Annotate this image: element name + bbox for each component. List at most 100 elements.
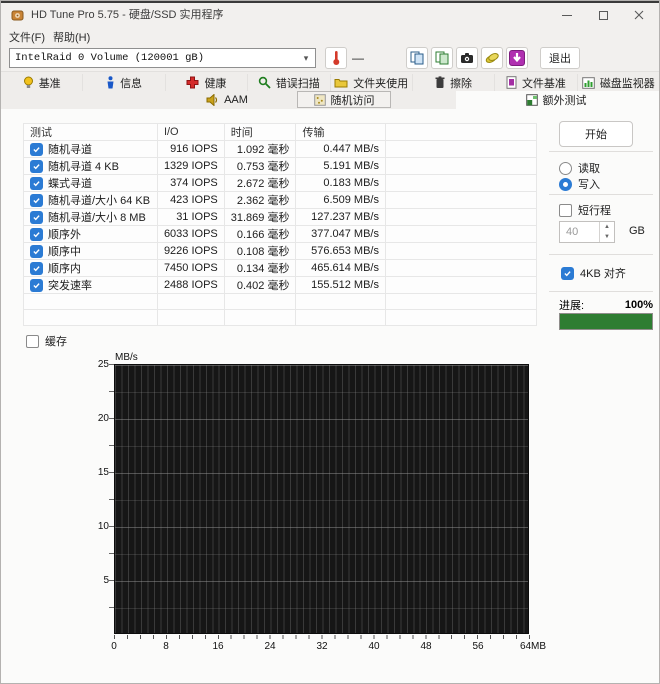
progress-bar (559, 313, 653, 330)
test-checkbox[interactable] (30, 142, 43, 156)
table-row: 随机寻道 4 KB 1329 IOPS 0.753 毫秒 5.191 MB/s (23, 157, 538, 175)
camera-icon (461, 53, 473, 63)
start-button[interactable]: 开始 (559, 121, 633, 147)
divider (549, 254, 653, 255)
random-access-icon (313, 93, 326, 106)
short-stroke-label: 短行程 (578, 205, 611, 217)
short-stroke-row[interactable]: 短行程 (559, 202, 611, 218)
update-button[interactable] (506, 47, 528, 69)
tab-label: 磁盘监视器 (599, 77, 655, 90)
io-value: 374 IOPS (156, 174, 225, 192)
exit-button[interactable]: 退出 (540, 47, 580, 69)
test-checkbox[interactable] (30, 244, 43, 258)
table-header-row: 测试 I/O 时间 传输 (23, 123, 538, 141)
test-checkbox[interactable] (30, 261, 43, 275)
magnifier-icon (258, 76, 271, 89)
table-row: 顺序中 9226 IOPS 0.108 毫秒 576.653 MB/s (23, 242, 538, 260)
align-row[interactable]: 4KB 对齐 (561, 265, 626, 281)
progress-label: 进展: (559, 300, 585, 312)
copy-image-icon (435, 51, 449, 65)
table-empty-row (23, 309, 538, 326)
header-test: 测试 (23, 123, 158, 141)
table-row: 随机寻道 916 IOPS 1.092 毫秒 0.447 MB/s (23, 140, 538, 158)
copy-text-icon (410, 51, 424, 65)
table-row: 顺序外 6033 IOPS 0.166 毫秒 377.047 MB/s (23, 225, 538, 243)
x-tick-label: 32 (316, 641, 328, 652)
menu-help[interactable]: 帮助(H) (53, 29, 90, 45)
temperature-button[interactable] (325, 47, 347, 69)
x-axis-ticks (114, 635, 530, 639)
read-radio-row[interactable]: 读取 (559, 160, 600, 176)
divider (549, 291, 653, 292)
tab-benchmark[interactable]: 基准 (1, 74, 84, 91)
save-icon (485, 53, 499, 63)
divider (549, 151, 653, 152)
tab-info[interactable]: 信息 (83, 74, 166, 91)
tab-extra-tests[interactable]: 额外测试 (506, 91, 606, 108)
drive-select-dropdown[interactable]: IntelRaid 0 Volume (120001 gB) ▾ (9, 48, 316, 68)
io-value: 9226 IOPS (156, 242, 225, 260)
transfer-value: 127.237 MB/s (295, 208, 386, 226)
save-button[interactable] (481, 47, 503, 69)
menu-file[interactable]: 文件(F) (9, 29, 45, 45)
capacity-value: 40 (566, 226, 579, 238)
close-button[interactable] (623, 3, 655, 27)
spinner-down-button[interactable]: ▼ (600, 232, 614, 242)
health-cross-icon (186, 76, 199, 89)
tab-aam[interactable]: AAM (191, 91, 263, 108)
tab-label: 信息 (120, 77, 143, 90)
copy-text-button[interactable] (406, 47, 428, 69)
test-checkbox[interactable] (30, 159, 43, 173)
screenshot-button[interactable] (456, 47, 478, 69)
tab-label: 基准 (38, 77, 61, 90)
read-radio[interactable] (559, 161, 572, 175)
test-name: 随机寻道 4 KB (48, 161, 119, 173)
chevron-down-icon: ▾ (303, 52, 309, 63)
align-4kb-checkbox[interactable] (561, 266, 574, 280)
bulb-icon (23, 76, 34, 89)
test-name: 顺序外 (48, 229, 81, 241)
short-stroke-checkbox[interactable] (559, 203, 572, 217)
transfer-value: 5.191 MB/s (295, 157, 386, 175)
divider (549, 194, 653, 195)
tab-label: 错误扫描 (275, 77, 320, 90)
tab-health[interactable]: 健康 (166, 74, 249, 91)
transfer-value: 377.047 MB/s (295, 225, 386, 243)
write-radio-row[interactable]: 写入 (559, 176, 600, 192)
spinner-buttons: ▲ ▼ (599, 222, 614, 242)
test-checkbox[interactable] (30, 176, 43, 190)
cache-checkbox[interactable] (26, 334, 39, 348)
minimize-button[interactable] (551, 3, 583, 27)
tab-erase[interactable]: 擦除 (413, 74, 496, 91)
test-checkbox[interactable] (30, 227, 43, 241)
tab-error-scan[interactable]: 错误扫描 (248, 74, 331, 91)
tab-disk-monitor[interactable]: 磁盘监视器 (578, 74, 659, 91)
tab-label: 文件夹使用 (353, 77, 409, 90)
menubar: 文件(F) 帮助(H) (1, 27, 659, 45)
maximize-button[interactable] (587, 3, 619, 27)
speaker-icon (206, 92, 219, 107)
titlebar[interactable]: HD Tune Pro 5.75 - 硬盘/SSD 实用程序 (1, 3, 659, 27)
copy-image-button[interactable] (431, 47, 453, 69)
tab-random-access[interactable]: 随机访问 (297, 91, 391, 108)
cache-row[interactable]: 缓存 (26, 333, 67, 349)
table-row: 蝶式寻道 374 IOPS 2.672 毫秒 0.183 MB/s (23, 174, 538, 192)
test-checkbox[interactable] (30, 278, 43, 292)
test-checkbox[interactable] (30, 210, 43, 224)
tab-folder-usage[interactable]: 文件夹使用 (331, 74, 413, 91)
capacity-spinner[interactable]: 40 ▲ ▼ (559, 221, 615, 243)
y-tick-label: 10 (97, 521, 109, 532)
test-checkbox[interactable] (30, 193, 43, 207)
tab-label: 健康 (204, 77, 227, 90)
tab-file-benchmark[interactable]: 文件基准 (495, 74, 578, 91)
spinner-up-button[interactable]: ▲ (600, 222, 614, 232)
maximize-icon (598, 10, 608, 20)
thermometer-icon (333, 51, 340, 65)
transfer-value: 6.509 MB/s (295, 191, 386, 209)
time-value: 2.362 毫秒 (223, 191, 297, 209)
y-tick-label: 15 (97, 467, 109, 478)
write-radio[interactable] (559, 177, 572, 191)
transfer-value: 576.653 MB/s (295, 242, 386, 260)
x-tick-label: 8 (163, 641, 169, 652)
io-value: 7450 IOPS (156, 259, 225, 277)
